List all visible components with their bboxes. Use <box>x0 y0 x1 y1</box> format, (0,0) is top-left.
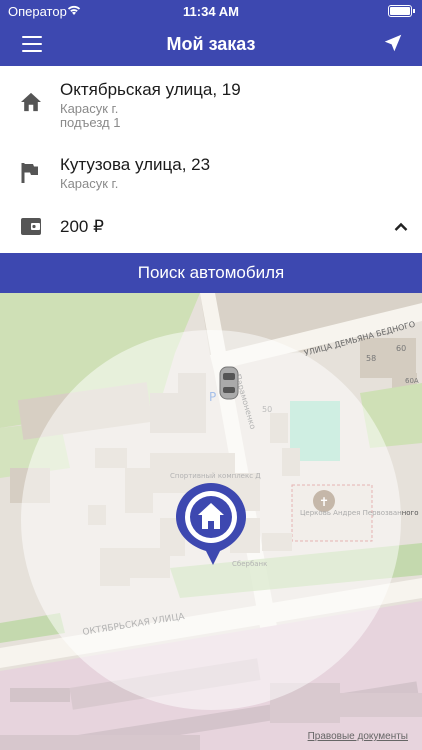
chevron-up-icon[interactable] <box>394 222 408 232</box>
wallet-icon <box>21 218 41 235</box>
page-title: Мой заказ <box>166 34 256 54</box>
pickup-address[interactable]: Октябрьская улица, 19 <box>60 80 241 100</box>
map-number-60a: 60А <box>405 377 419 385</box>
search-car-button[interactable]: Поиск автомобиля <box>0 253 422 293</box>
status-bar: Оператор 11:34 AM <box>0 0 422 22</box>
flag-icon <box>21 163 38 183</box>
map-canvas: ✝ УЛИЦА ДЕМЬЯНА БЕДНОГО Парамоненко ОКТЯ… <box>0 293 422 750</box>
car-icon <box>219 366 239 400</box>
destination-address[interactable]: Кутузова улица, 23 <box>60 155 210 175</box>
map-number-58: 58 <box>366 354 376 363</box>
navigation-arrow-icon[interactable] <box>382 32 404 54</box>
header-bar: Мой заказ <box>0 22 422 66</box>
map-number-60: 60 <box>396 344 406 353</box>
legal-documents-link[interactable]: Правовые документы <box>308 731 408 742</box>
order-price: 200 ₽ <box>60 217 104 236</box>
map-view[interactable]: ✝ УЛИЦА ДЕМЬЯНА БЕДНОГО Парамоненко ОКТЯ… <box>0 293 422 750</box>
status-time: 11:34 AM <box>183 4 239 19</box>
battery-icon <box>388 5 415 17</box>
home-icon <box>21 92 41 112</box>
pickup-entrance: подъезд 1 <box>60 115 121 130</box>
order-card: Октябрьская улица, 19 Карасук г. подъезд… <box>0 66 422 253</box>
destination-city: Карасук г. <box>60 176 119 191</box>
pickup-city: Карасук г. <box>60 101 119 116</box>
